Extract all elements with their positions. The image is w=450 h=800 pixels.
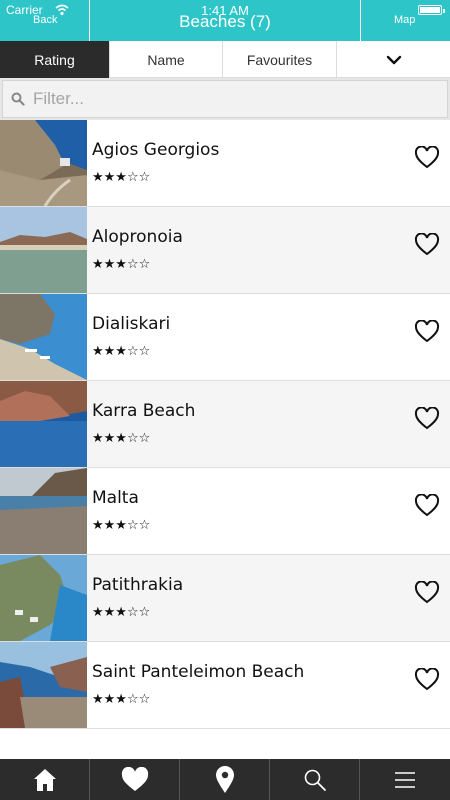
tab-rating[interactable]: Rating [0, 41, 110, 78]
list-item[interactable]: Alopronoia ★★★☆☆ [0, 207, 450, 294]
sort-dropdown-button[interactable] [337, 41, 450, 78]
nav-search-button[interactable] [270, 759, 360, 800]
nav-favourites-button[interactable] [90, 759, 180, 800]
filter-bar [0, 78, 450, 120]
list-item[interactable]: Patithrakia ★★★☆☆ [0, 555, 450, 642]
beach-thumbnail [0, 642, 87, 728]
beach-name: Agios Georgios [92, 140, 220, 160]
app-screen: Carrier Back 1:41 AM Beaches (7) Map Rat… [0, 0, 450, 800]
star-rating: ★★★☆☆ [92, 692, 151, 707]
heart-icon [121, 766, 148, 791]
home-icon [33, 768, 56, 791]
favourite-heart-icon[interactable] [414, 494, 440, 518]
star-rating: ★★★☆☆ [92, 344, 151, 359]
list-item[interactable]: Malta ★★★☆☆ [0, 468, 450, 555]
menu-icon [395, 771, 415, 788]
beach-name: Malta [92, 488, 139, 508]
chevron-down-icon [386, 55, 401, 64]
favourite-heart-icon[interactable] [414, 233, 440, 257]
beach-list: Agios Georgios ★★★☆☆ Alopronoia ★★★☆☆ Di… [0, 120, 450, 729]
nav-menu-button[interactable] [360, 759, 450, 800]
list-item[interactable]: Agios Georgios ★★★☆☆ [0, 120, 450, 207]
search-icon [11, 92, 25, 106]
list-item[interactable]: Karra Beach ★★★☆☆ [0, 381, 450, 468]
beach-name: Karra Beach [92, 401, 196, 421]
star-rating: ★★★☆☆ [92, 518, 151, 533]
beach-thumbnail [0, 381, 87, 467]
star-rating: ★★★☆☆ [92, 257, 151, 272]
tab-favourites[interactable]: Favourites [223, 41, 337, 78]
location-pin-icon [215, 765, 234, 793]
filter-input[interactable] [33, 85, 433, 113]
favourite-heart-icon[interactable] [414, 407, 440, 431]
nav-map-button[interactable] [180, 759, 270, 800]
star-rating: ★★★☆☆ [92, 170, 151, 185]
tab-name[interactable]: Name [110, 41, 223, 78]
beach-thumbnail [0, 555, 87, 641]
map-label: Map [394, 14, 416, 26]
beach-thumbnail [0, 207, 87, 293]
favourite-heart-icon[interactable] [414, 581, 440, 605]
list-item[interactable]: Saint Panteleimon Beach ★★★☆☆ [0, 642, 450, 729]
battery-icon [418, 5, 445, 15]
map-button[interactable]: Map [360, 0, 450, 41]
beach-name: Saint Panteleimon Beach [92, 662, 305, 682]
beach-thumbnail [0, 294, 87, 380]
favourite-heart-icon[interactable] [414, 668, 440, 692]
beach-name: Patithrakia [92, 575, 184, 595]
nav-home-button[interactable] [0, 759, 90, 800]
header-bar: Carrier Back 1:41 AM Beaches (7) Map [0, 0, 450, 41]
beach-thumbnail [0, 120, 87, 206]
search-icon [304, 769, 326, 791]
filter-field [2, 80, 448, 118]
star-rating: ★★★☆☆ [92, 605, 151, 620]
favourite-heart-icon[interactable] [414, 146, 440, 170]
favourite-heart-icon[interactable] [414, 320, 440, 344]
beach-name: Dialiskari [92, 314, 171, 334]
star-rating: ★★★☆☆ [92, 431, 151, 446]
bottom-nav [0, 759, 450, 800]
sort-tabs: Rating Name Favourites [0, 41, 450, 78]
beach-thumbnail [0, 468, 87, 554]
list-item[interactable]: Dialiskari ★★★☆☆ [0, 294, 450, 381]
beach-name: Alopronoia [92, 227, 183, 247]
